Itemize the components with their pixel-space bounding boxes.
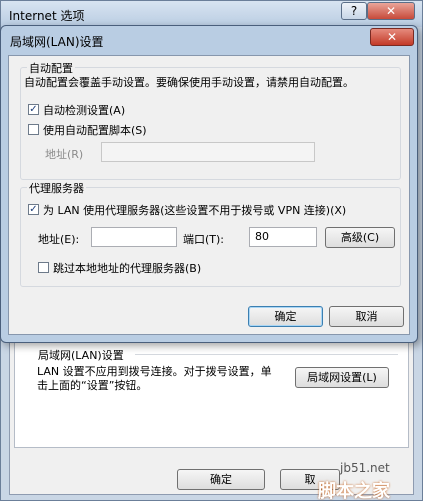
use-script-label[interactable]: 使用自动配置脚本(S) — [43, 122, 147, 138]
proxy-port-label: 端口(T): — [183, 233, 225, 246]
auto-detect-checkbox[interactable]: ✓ — [28, 104, 39, 115]
help-button[interactable]: ? — [341, 2, 367, 20]
lan-settings-button[interactable]: 局域网设置(L) — [295, 367, 389, 388]
proxy-address-field[interactable] — [91, 227, 177, 247]
internet-options-titlebar: Internet 选项 ? ✕ — [1, 1, 422, 27]
lan-settings-group-title: 局域网(LAN)设置 — [35, 347, 127, 363]
proxy-port-field[interactable]: 80 — [249, 227, 317, 247]
connections-tab-page: 局域网(LAN)设置 LAN 设置不应用到拨号连接。对于拨号设置，单击上面的“设… — [14, 338, 409, 448]
close-button[interactable]: ✕ — [367, 2, 415, 20]
bypass-local-label[interactable]: 跳过本地地址的代理服务器(B) — [53, 260, 201, 276]
use-script-checkbox[interactable] — [28, 124, 39, 135]
lan-dialog-cancel-button[interactable]: 取消 — [329, 306, 404, 327]
auto-config-group: 自动配置 自动配置会覆盖手动设置。要确保使用手动设置，请禁用自动配置。 ✓ 自动… — [20, 60, 401, 180]
use-proxy-label[interactable]: 为 LAN 使用代理服务器(这些设置不用于拨号或 VPN 连接)(X) — [43, 202, 346, 218]
advanced-button[interactable]: 高级(C) — [325, 227, 395, 248]
group-divider — [135, 354, 398, 355]
bypass-local-checkbox[interactable] — [38, 262, 49, 273]
lan-dialog-title: 局域网(LAN)设置 — [10, 35, 104, 49]
lan-dialog-ok-button[interactable]: 确定 — [248, 306, 323, 327]
lan-settings-dialog: 局域网(LAN)设置 ✕ 自动配置 自动配置会覆盖手动设置。要确保使用手动设置，… — [0, 25, 418, 343]
watermark-site-text: jb51.net — [340, 461, 390, 475]
lan-dialog-titlebar[interactable]: 局域网(LAN)设置 ✕ — [1, 26, 417, 54]
auto-config-description: 自动配置会覆盖手动设置。要确保使用手动设置，请禁用自动配置。 — [24, 76, 354, 89]
site-watermark: jb51.net 脚本之家 — [300, 445, 423, 501]
proxy-server-group: 代理服务器 ✓ 为 LAN 使用代理服务器(这些设置不用于拨号或 VPN 连接)… — [20, 180, 401, 287]
lan-settings-description: LAN 设置不应用到拨号连接。对于拨号设置，单击上面的“设置”按钮。 — [37, 365, 272, 392]
auto-detect-label[interactable]: 自动检测设置(A) — [43, 102, 125, 118]
lan-dialog-client: 自动配置 自动配置会覆盖手动设置。要确保使用手动设置，请禁用自动配置。 ✓ 自动… — [8, 55, 410, 335]
script-address-label: 地址(R) — [45, 148, 84, 161]
internet-options-title: Internet 选项 — [9, 9, 85, 23]
use-proxy-checkbox[interactable]: ✓ — [28, 204, 39, 215]
watermark-brand-text: 脚本之家 — [318, 481, 390, 501]
lan-dialog-close-button[interactable]: ✕ — [370, 28, 414, 46]
internet-options-ok-button[interactable]: 确定 — [177, 469, 265, 490]
proxy-server-group-label: 代理服务器 — [27, 180, 86, 196]
script-address-field[interactable] — [101, 142, 315, 162]
proxy-address-label: 地址(E): — [38, 233, 80, 246]
